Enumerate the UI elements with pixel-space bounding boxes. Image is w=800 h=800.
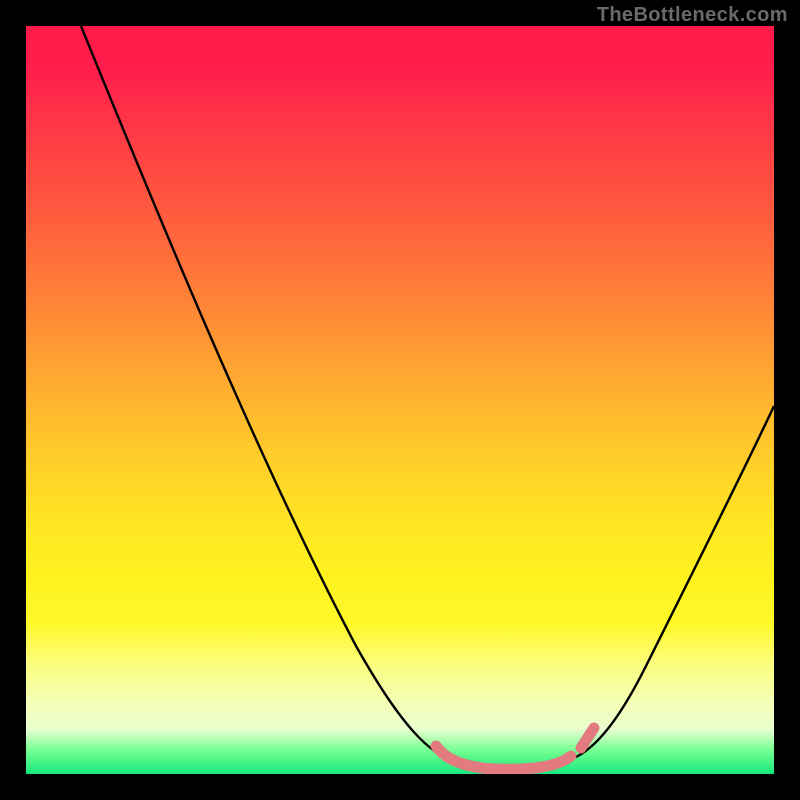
chart-stage: TheBottleneck.com [0,0,800,800]
plot-area [26,26,774,774]
curve-layer [26,26,774,774]
watermark-text: TheBottleneck.com [597,4,788,27]
bottleneck-curve [81,26,774,768]
flat-region-marker [436,728,594,769]
